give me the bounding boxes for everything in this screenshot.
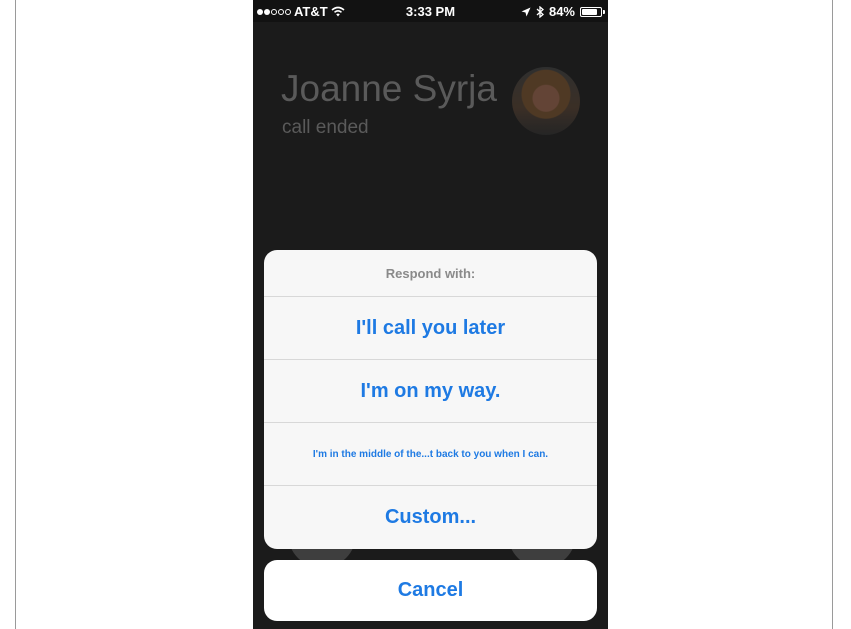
battery-fill: [582, 8, 597, 15]
battery-percent: 84%: [548, 4, 575, 19]
battery-icon: [580, 6, 605, 17]
caller-name: Joanne Syrja: [281, 68, 497, 109]
option-custom[interactable]: Custom...: [264, 486, 597, 548]
status-right: 84%: [521, 4, 605, 19]
bluetooth-icon: [536, 5, 544, 18]
status-bar: AT&T 3:33 PM 84%: [253, 0, 608, 22]
respond-with-action-sheet: Respond with: I'll call you later I'm on…: [264, 250, 597, 549]
location-arrow-icon: [521, 7, 531, 16]
option-on-my-way[interactable]: I'm on my way.: [264, 360, 597, 423]
battery-nub: [603, 9, 605, 14]
phone-screen: AT&T 3:33 PM 84% Joanne Syrja call ended: [253, 0, 608, 629]
action-sheet-title: Respond with:: [264, 250, 597, 297]
call-status: call ended: [282, 117, 369, 138]
option-in-the-middle[interactable]: I'm in the middle of the...t back to you…: [264, 423, 597, 486]
caller-avatar: [512, 67, 580, 135]
option-call-later[interactable]: I'll call you later: [264, 297, 597, 360]
cancel-button[interactable]: Cancel: [264, 560, 597, 621]
